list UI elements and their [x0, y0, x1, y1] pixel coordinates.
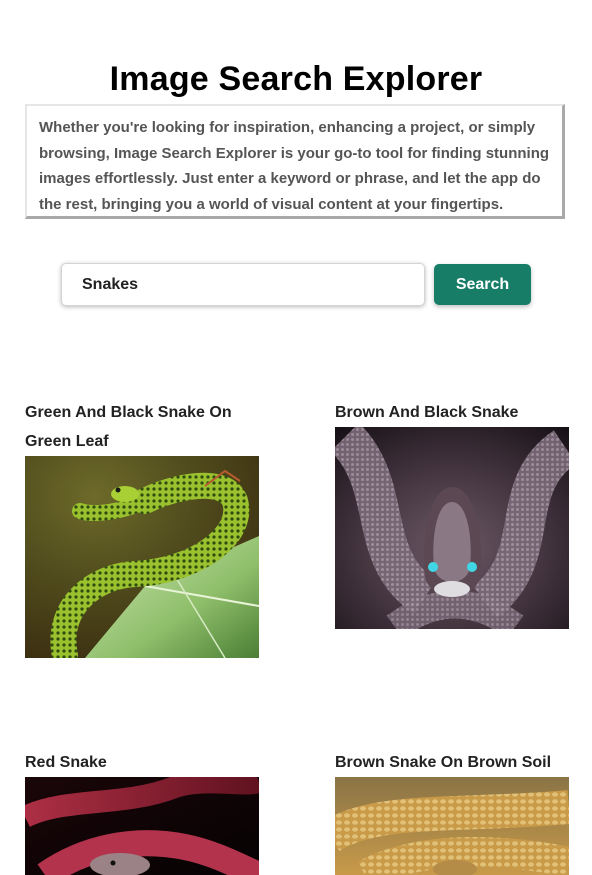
- result-card[interactable]: Red Snake: [25, 748, 259, 875]
- result-image[interactable]: [335, 777, 569, 875]
- result-title: Brown Snake On Brown Soil: [335, 754, 552, 771]
- result-card[interactable]: Brown And Black Snake: [335, 398, 569, 629]
- result-image[interactable]: [335, 427, 569, 629]
- result-title: Red Snake: [25, 754, 107, 771]
- result-image[interactable]: [25, 456, 259, 658]
- search-input[interactable]: [61, 263, 425, 306]
- page-title: Image Search Explorer: [109, 59, 483, 98]
- result-title: Brown And Black Snake: [335, 404, 519, 421]
- result-card[interactable]: Brown Snake On Brown Soil: [335, 748, 569, 875]
- result-title: Green And Black Snake On Green Leaf: [25, 404, 232, 450]
- result-card[interactable]: Green And Black Snake On Green Leaf: [25, 398, 259, 658]
- search-button[interactable]: Search: [434, 264, 531, 305]
- app-description: Whether you're looking for inspiration, …: [25, 104, 565, 219]
- result-image[interactable]: [25, 777, 259, 875]
